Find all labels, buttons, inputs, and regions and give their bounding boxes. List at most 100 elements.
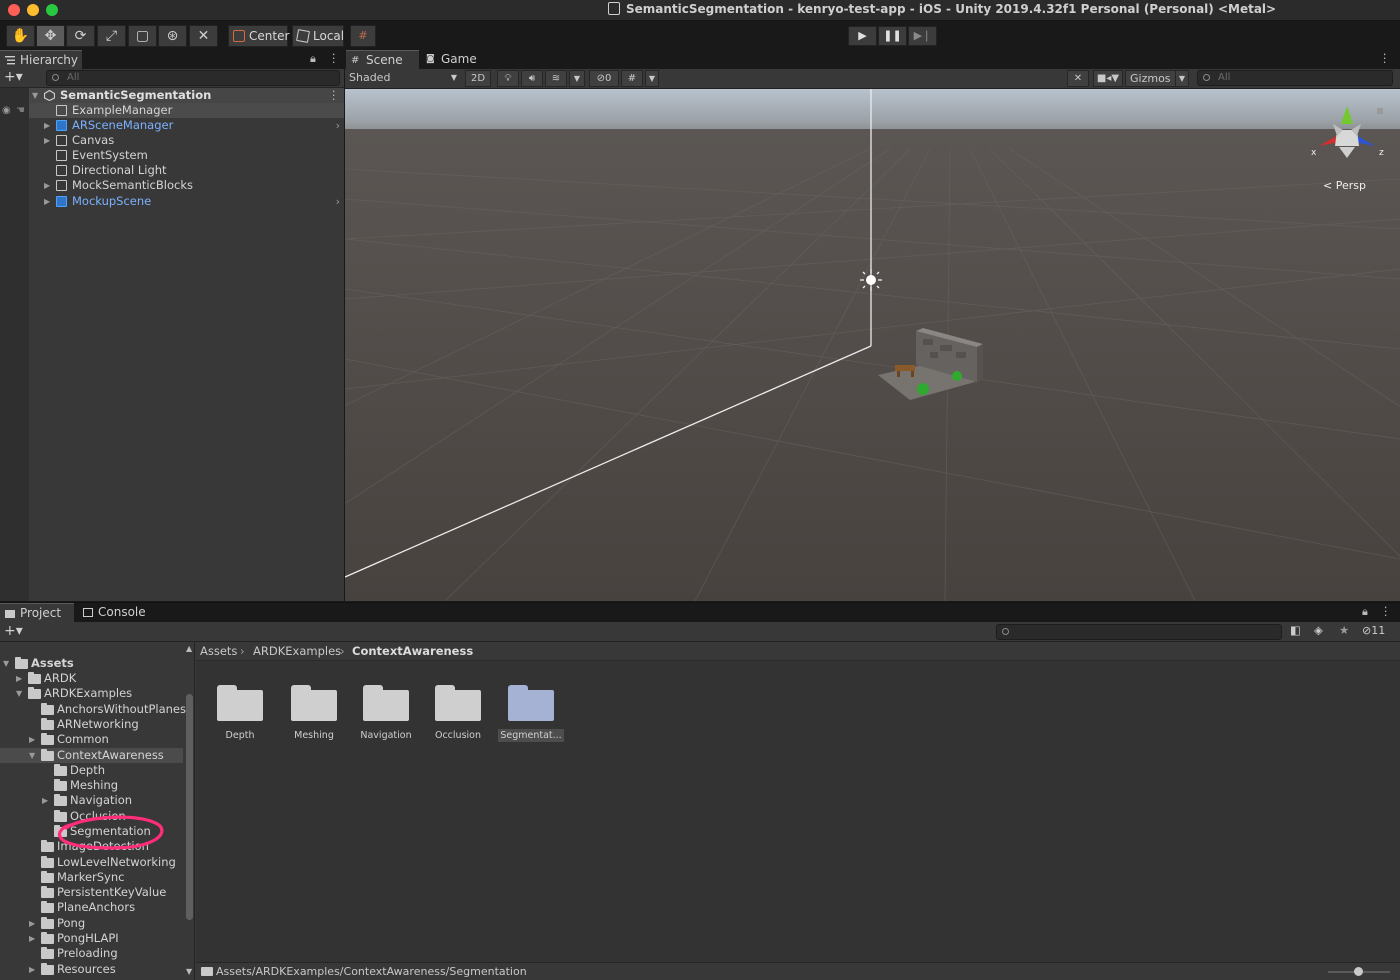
collapse-arrow-icon[interactable]: ▼ [3,656,9,671]
tree-item-ardk[interactable]: ▶ ARDK [0,671,183,686]
transform-tool-button[interactable]: ⊛ [158,25,187,47]
expand-arrow-icon[interactable]: ▶ [44,194,50,209]
hidden-objects-toggle[interactable]: ⊘0 [589,70,619,87]
open-prefab-chevron-icon[interactable]: › [336,118,340,133]
lock-icon[interactable]: 🔒︎ [310,52,316,66]
tab-project[interactable]: Project [0,603,74,622]
pause-button[interactable]: ❚❚ [878,26,907,46]
expand-arrow-icon[interactable]: ▶ [44,118,50,133]
gizmos-dropdown-arrow-icon[interactable]: ▼ [1175,70,1189,87]
tab-scene[interactable]: # Scene [346,50,419,69]
scroll-down-arrow-icon[interactable]: ▼ [186,967,192,976]
grid-snap-button[interactable]: # [350,25,376,47]
tree-scroll-thumb[interactable] [186,694,193,920]
move-tool-button[interactable]: ✥ [36,25,65,47]
visibility-eye-icon[interactable]: ◉ [2,105,11,116]
tree-item-navigation[interactable]: ▶ Navigation [0,793,183,808]
lighting-toggle-icon[interactable]: 💡︎ [497,70,519,87]
scene-viewport[interactable]: x z < Persp [345,89,1400,601]
tree-item-resources[interactable]: ▶ Resources [0,962,183,977]
rotate-tool-button[interactable]: ⟳ [66,25,95,47]
tree-item-contextawareness[interactable]: ▼ ContextAwareness [0,748,183,763]
folder-tile-occlusion[interactable]: Occlusion [422,681,494,741]
panel-menu-icon[interactable]: ⋮ [328,51,340,65]
audio-toggle-icon[interactable]: 🔊︎ [521,70,543,87]
hierarchy-item-canvas[interactable]: ▶ Canvas [29,133,344,148]
panel-menu-icon[interactable]: ⋮ [1379,51,1391,65]
hierarchy-search-input[interactable]: All [46,70,340,86]
pivot-space-toggle[interactable]: Local [292,25,344,47]
tree-item-assets[interactable]: ▼ Assets [0,656,183,671]
projection-mode-label[interactable]: < Persp [1323,179,1366,192]
tree-scrollbar[interactable]: ▲ ▼ [185,642,194,980]
tree-item-ponghlapi[interactable]: ▶ PongHLAPI [0,931,183,946]
hierarchy-item-mockupscene[interactable]: ▶ MockupScene › [29,194,344,209]
play-button[interactable]: ▶ [848,26,877,46]
breadcrumb-assets[interactable]: Assets [200,642,237,661]
folder-tile-navigation[interactable]: Navigation [350,681,422,741]
expand-arrow-icon[interactable]: ▶ [29,962,35,977]
grid-visibility-icon[interactable]: # [621,70,643,87]
icon-size-slider-thumb[interactable] [1354,967,1363,976]
tree-item-pong[interactable]: ▶ Pong [0,916,183,931]
expand-arrow-icon[interactable]: ▶ [29,732,35,747]
grid-dropdown-icon[interactable]: ▼ [645,70,659,87]
lock-icon[interactable]: 🔒︎ [1362,605,1368,619]
expand-arrow-icon[interactable]: ▶ [44,178,50,193]
scene-search-input[interactable]: All [1197,70,1393,86]
folder-tile-meshing[interactable]: Meshing [278,681,350,741]
minimize-window-button[interactable] [27,4,39,16]
tree-item-markersync[interactable]: MarkerSync [0,870,183,885]
effects-layers-icon[interactable]: ≋ [545,70,567,87]
hierarchy-item-mocksemanticblocks[interactable]: ▶ MockSemanticBlocks [29,178,344,193]
rect-tool-button[interactable]: ▢ [128,25,157,47]
tree-item-persistentkeyvalue[interactable]: PersistentKeyValue [0,885,183,900]
panel-menu-icon[interactable]: ⋮ [1380,604,1392,618]
tree-item-planeanchors[interactable]: PlaneAnchors [0,900,183,915]
collapse-arrow-icon[interactable]: ▼ [16,686,22,701]
hierarchy-scene-root[interactable]: ▼ SemanticSegmentation ⋮ [29,88,344,103]
folder-tile-segmentation[interactable]: Segmentat... [495,681,567,742]
create-add-button[interactable]: +▾ [4,69,23,85]
step-button[interactable]: ▶❘ [908,26,937,46]
pivot-center-toggle[interactable]: Center [228,25,289,47]
custom-tools-button[interactable]: ✕ [189,25,218,47]
expand-arrow-icon[interactable]: ▶ [16,671,22,686]
expand-arrow-icon[interactable]: ▶ [42,793,48,808]
tree-item-depth[interactable]: Depth [0,763,183,778]
draw-mode-dropdown[interactable]: Shaded ▼ [345,70,461,87]
tab-hierarchy[interactable]: Hierarchy [0,50,82,69]
create-add-button[interactable]: +▾ [4,623,23,639]
scene-3d-render[interactable]: x z < Persp [345,89,1400,601]
scene-menu-icon[interactable]: ⋮ [328,88,340,103]
favorites-star-icon[interactable]: ★ [1339,623,1349,637]
hierarchy-item-eventsystem[interactable]: EventSystem [29,148,344,163]
hidden-packages-toggle[interactable]: ⊘11 [1362,624,1385,637]
scale-tool-button[interactable]: ⤢ [97,25,126,47]
hierarchy-item-examplemanager[interactable]: ExampleManager [29,103,344,118]
expand-arrow-icon[interactable]: ▶ [29,931,35,946]
directional-light-icon[interactable] [860,269,882,291]
project-search-input[interactable] [996,624,1282,640]
pickable-hand-icon[interactable]: ☚ [16,105,25,116]
breadcrumb-contextawareness[interactable]: ContextAwareness [352,642,473,661]
tree-item-anchorswithoutplanes[interactable]: AnchorsWithoutPlanes [0,702,186,717]
hand-tool-button[interactable]: ✋ [6,25,35,47]
tree-item-arnetworking[interactable]: ARNetworking [0,717,183,732]
effects-dropdown-icon[interactable]: ▼ [569,70,585,87]
tree-item-ardkexamples[interactable]: ▼ ARDKExamples [0,686,183,701]
zoom-window-button[interactable] [46,4,58,16]
search-by-type-icon[interactable]: ◧ [1290,623,1301,637]
scroll-up-arrow-icon[interactable]: ▲ [186,644,192,653]
expand-arrow-icon[interactable]: ▶ [44,133,50,148]
open-prefab-chevron-icon[interactable]: › [336,194,340,209]
search-by-label-icon[interactable]: ◈ [1314,623,1323,637]
2d-mode-toggle[interactable]: 2D [465,70,491,87]
expand-arrow-icon[interactable]: ▶ [29,916,35,931]
folder-tile-depth[interactable]: Depth [204,681,276,741]
collapse-arrow-icon[interactable]: ▼ [29,748,35,763]
tab-game[interactable]: ◙ Game [421,50,491,69]
hierarchy-item-arscenemanager[interactable]: ▶ ARSceneManager › [29,118,344,133]
tree-item-preloading[interactable]: Preloading [0,946,183,961]
tree-item-lowlevelnetworking[interactable]: LowLevelNetworking [0,855,183,870]
